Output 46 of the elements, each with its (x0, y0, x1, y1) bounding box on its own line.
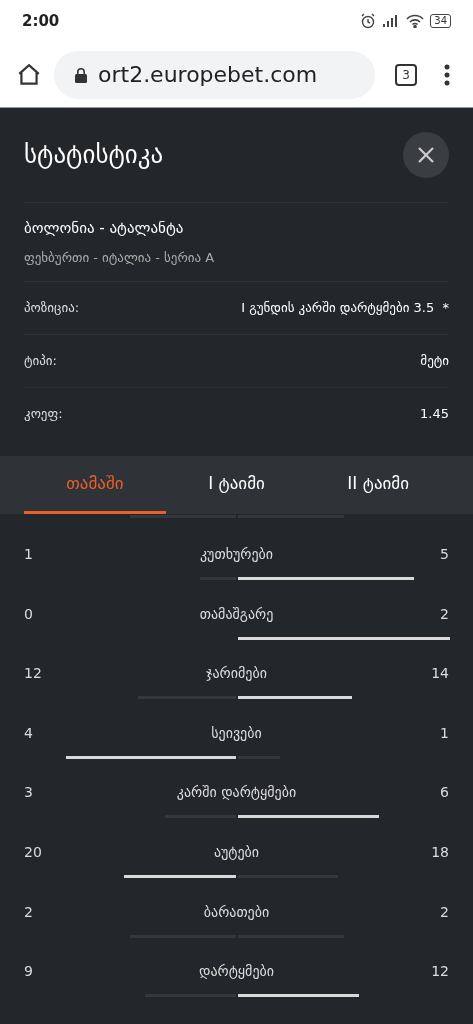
detail-value: მეტი (420, 352, 449, 371)
stat-label: კუთხურები (199, 545, 273, 564)
stat-label: კარში დარტყმები (176, 783, 297, 803)
close-icon (417, 146, 435, 164)
detail-value: I გუნდის კარში დარტყმები 3.5 * (241, 299, 449, 318)
tab[interactable]: I ტაიმი (165, 456, 308, 514)
home-value: 9 (24, 962, 34, 982)
detail-label: პოზიცია: (24, 299, 80, 318)
home-value: 20 (24, 842, 43, 862)
home-icon[interactable] (16, 61, 42, 88)
away-value: 2 (439, 902, 449, 922)
tab[interactable]: II ტაიმი (307, 456, 449, 514)
stat-label: დარტყმები (199, 962, 274, 982)
home-value: 12 (24, 664, 43, 684)
detail-label: კოეფ: (24, 405, 63, 424)
home-value: 0 (24, 604, 34, 624)
away-value: 18 (430, 842, 449, 862)
detail-value: 1.45 (420, 405, 449, 424)
home-value: 2 (24, 902, 34, 922)
home-value: 1 (24, 545, 34, 564)
url-text: ort2.europebet.com (98, 61, 318, 89)
alarm-icon (360, 13, 377, 29)
away-value: 5 (439, 545, 449, 564)
away-value: 6 (439, 783, 449, 803)
lock-icon (74, 66, 88, 83)
stat-label: თამაშგარე (199, 604, 274, 624)
away-value: 14 (430, 664, 449, 684)
away-value: 2 (439, 604, 449, 624)
home-value: 3 (24, 783, 34, 803)
address-bar[interactable]: ort2.europebet.com (54, 50, 375, 99)
status-time: 2:00 (22, 10, 60, 32)
stat-label: აუტები (213, 842, 260, 862)
match-teams: ბოლონია - ატალანტა (24, 218, 185, 239)
away-value: 12 (430, 962, 449, 982)
home-value: 4 (24, 723, 34, 743)
stat-label: სეივები (211, 723, 262, 743)
match-league: ფეხბურთი - იტალია - სერია A (24, 248, 216, 267)
detail-label: ტიპი: (24, 352, 57, 371)
tab-count-button[interactable]: 3 (395, 63, 417, 86)
close-button[interactable] (403, 132, 449, 178)
stat-label: ბარათები (203, 902, 270, 922)
stat-label: ჯარიმები (206, 664, 267, 684)
wifi-icon (406, 14, 425, 28)
panel-title: სტატისტიკა (24, 139, 164, 172)
battery-indicator: 34 (430, 14, 451, 28)
away-value: 1 (439, 723, 449, 743)
